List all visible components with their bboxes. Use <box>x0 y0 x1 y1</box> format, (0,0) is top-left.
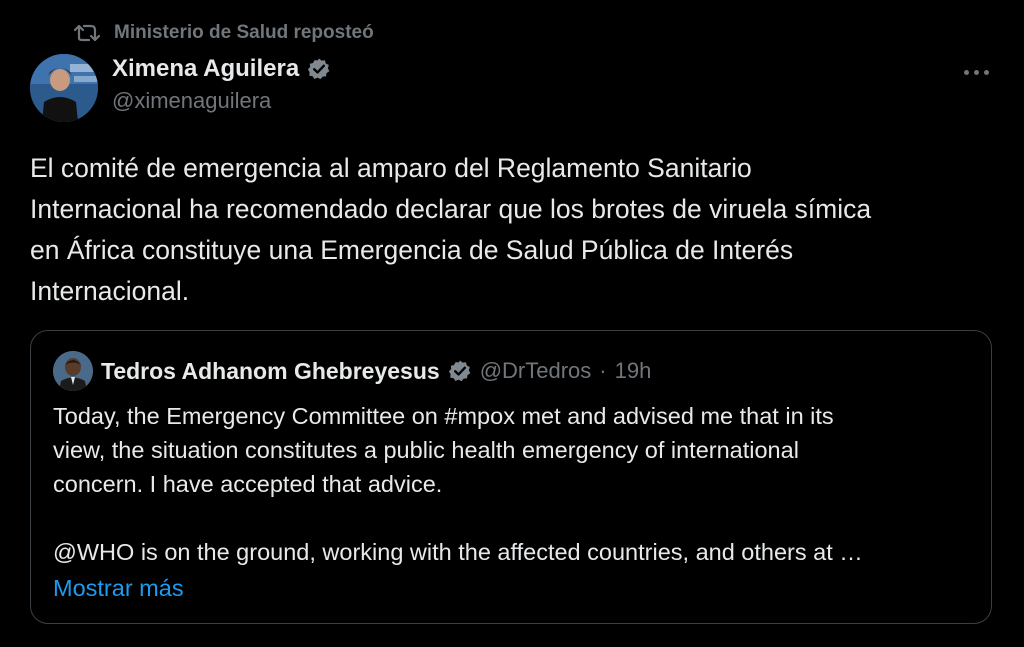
dot <box>973 69 979 75</box>
quoted-header: Tedros Adhanom Ghebreyesus @DrTedros · 1… <box>101 355 651 387</box>
repost-header[interactable]: Ministerio de Salud reposteó <box>74 20 374 46</box>
avatar-photo <box>30 54 98 122</box>
verified-badge-icon[interactable] <box>307 57 331 81</box>
separator-dot: · <box>599 358 607 383</box>
dot <box>983 69 989 75</box>
quoted-avatar-photo <box>53 351 93 391</box>
quoted-timestamp[interactable]: 19h <box>615 358 652 384</box>
show-more-link[interactable]: Mostrar más <box>53 571 184 605</box>
quoted-author-name[interactable]: Tedros Adhanom Ghebreyesus <box>101 358 440 385</box>
tweet-text: El comité de emergencia al amparo del Re… <box>30 153 872 306</box>
quoted-tweet-card[interactable]: Tedros Adhanom Ghebreyesus @DrTedros · 1… <box>30 330 992 624</box>
author-name[interactable]: Ximena Aguilera <box>112 54 299 84</box>
verified-badge-icon[interactable] <box>448 359 472 383</box>
repost-label[interactable]: Ministerio de Salud reposteó <box>114 22 374 44</box>
dot <box>963 69 969 75</box>
quoted-author-avatar[interactable] <box>53 351 93 391</box>
quoted-author-handle[interactable]: @DrTedros <box>480 358 592 384</box>
author-handle[interactable]: @ximenaguilera <box>112 86 331 116</box>
author-avatar[interactable] <box>30 54 98 122</box>
quoted-tweet-text: Today, the Emergency Committee on #mpox … <box>53 403 863 565</box>
more-options-icon[interactable] <box>958 60 994 84</box>
author-block: Ximena Aguilera @ximenaguilera <box>112 54 331 116</box>
repost-icon <box>74 24 100 42</box>
